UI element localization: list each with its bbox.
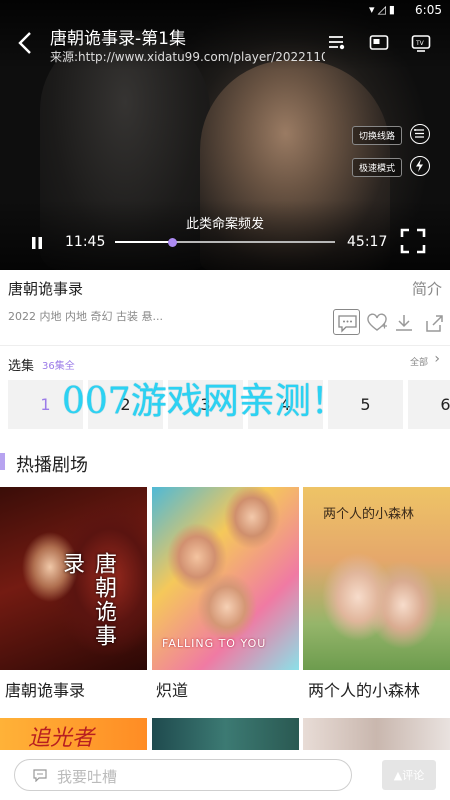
video-title: 唐朝诡事录-第1集	[50, 29, 186, 49]
episode-item-2[interactable]: 2	[88, 380, 163, 429]
card-label-1[interactable]: 唐朝诡事录	[5, 677, 85, 701]
fullscreen-icon[interactable]	[400, 228, 426, 254]
episodes-count: 36集全	[42, 361, 75, 372]
poster-card-6[interactable]	[303, 718, 450, 750]
speed-mode-button[interactable]: 极速模式	[351, 158, 402, 177]
comment-placeholder: 我要吐槽	[57, 768, 118, 786]
video-source: 来源:http://www.xidatu99.com/player/202211…	[50, 50, 325, 64]
status-time: 6:05	[415, 3, 442, 17]
episode-item-4[interactable]: 4	[248, 380, 323, 429]
danmaku-button[interactable]	[333, 309, 360, 335]
duration: 45:17	[347, 234, 388, 250]
poster-title-text: 追光者	[28, 726, 95, 750]
share-icon[interactable]	[423, 312, 445, 334]
card-label-2[interactable]: 炽道	[156, 677, 188, 701]
comment-input[interactable]: 我要吐槽	[14, 759, 352, 791]
comment-icon	[33, 769, 47, 782]
video-player[interactable]: ▾◿▮ 6:05 唐朝诡事录-第1集 来源:http://www.xidatu9…	[0, 0, 450, 270]
comment-bar: 我要吐槽 ▲评论	[0, 750, 450, 800]
switch-line-button[interactable]: 切换线路	[351, 126, 402, 145]
poster-card-1[interactable]: 唐朝诡事录	[0, 487, 147, 670]
favorite-icon[interactable]	[366, 312, 388, 334]
intro-link[interactable]: 简介	[412, 278, 442, 299]
status-bar: ▾◿▮ 6:05	[0, 0, 450, 20]
status-icons: ▾◿▮	[368, 3, 398, 16]
poster-title-text: 两个人的小森林	[323, 507, 415, 522]
switch-line-icon[interactable]	[410, 124, 430, 144]
poster-title-text: 唐朝诡事录	[59, 552, 116, 648]
episode-item-6[interactable]: 6	[408, 380, 450, 429]
lightning-icon[interactable]	[410, 156, 430, 176]
episode-item-5[interactable]: 5	[328, 380, 403, 429]
show-meta: 2022 内地 内地 奇幻 古装 悬...	[8, 310, 163, 323]
tv-cast-icon[interactable]: TV	[411, 34, 431, 52]
pause-icon[interactable]	[30, 235, 44, 249]
download-icon[interactable]	[393, 312, 415, 334]
poster-card-3[interactable]: 两个人的小森林	[303, 487, 450, 670]
poster-card-5[interactable]	[152, 718, 299, 750]
all-episodes-link[interactable]: 全部	[410, 355, 428, 368]
show-title: 唐朝诡事录	[8, 280, 84, 298]
chevron-right-icon[interactable]: ›	[434, 351, 440, 367]
pip-icon[interactable]	[369, 34, 389, 52]
progress-fill	[115, 241, 173, 243]
episode-item-1[interactable]: 1	[8, 380, 83, 429]
card-label-3[interactable]: 两个人的小森林	[308, 677, 420, 701]
progress-bar[interactable]	[115, 238, 335, 247]
svg-text:TV: TV	[415, 40, 425, 47]
section-accent-bar	[0, 453, 5, 470]
comment-submit-button[interactable]: ▲评论	[382, 760, 436, 790]
poster-title-text: FALLING TO YOU	[162, 637, 267, 650]
episode-list: 1 2 3 4 5 6	[8, 380, 450, 430]
video-subtitle: 此类命案频发	[185, 217, 264, 232]
back-icon[interactable]	[14, 30, 38, 56]
hot-section-title: 热播剧场	[16, 455, 88, 476]
playlist-icon[interactable]	[327, 34, 347, 52]
poster-card-2[interactable]: FALLING TO YOU	[152, 487, 299, 670]
poster-card-4[interactable]: 追光者	[0, 718, 147, 750]
episodes-label: 选集	[8, 359, 35, 374]
current-time: 11:45	[65, 234, 106, 250]
episode-item-3[interactable]: 3	[168, 380, 243, 429]
